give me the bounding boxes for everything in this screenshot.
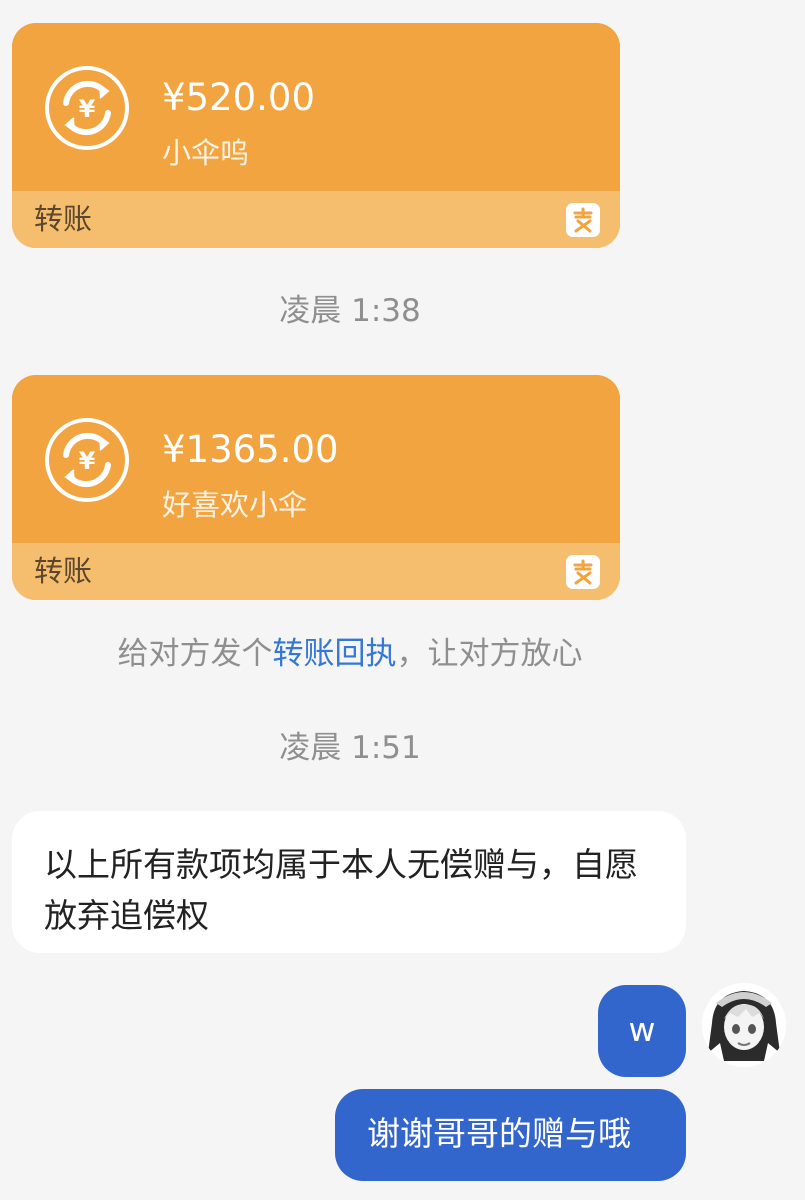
transfer-card-footer: 转账: [12, 191, 620, 248]
transfer-card[interactable]: 转账 ¥ ¥1365.00 好喜欢小伞: [12, 375, 620, 600]
transfer-amount: ¥520.00: [162, 76, 316, 119]
avatar-image: [702, 983, 786, 1067]
svg-text:¥: ¥: [79, 447, 96, 475]
transfer-label: 转账: [34, 554, 93, 588]
outgoing-message[interactable]: w: [598, 985, 686, 1077]
currency-exchange-icon: ¥: [45, 66, 129, 150]
incoming-message[interactable]: 以上所有款项均属于本人无偿赠与，自愿放弃追偿权: [12, 811, 686, 953]
svg-text:¥: ¥: [79, 95, 96, 123]
transfer-receipt-link[interactable]: 转账回执: [273, 636, 397, 672]
timestamp: 凌晨 1:38: [279, 293, 421, 329]
system-message-suffix: ，让对方放心: [396, 636, 583, 672]
alipay-logo-icon: [566, 555, 600, 589]
transfer-card[interactable]: 转账 ¥ ¥520.00 小伞呜: [12, 23, 620, 248]
transfer-card-footer: 转账: [12, 543, 620, 600]
currency-exchange-icon: ¥: [45, 418, 129, 502]
system-message: 给对方发个转账回执，让对方放心: [0, 636, 700, 673]
transfer-label: 转账: [34, 202, 93, 236]
system-message-prefix: 给对方发个: [117, 636, 273, 672]
transfer-note: 好喜欢小伞: [162, 488, 308, 522]
chat-view: 转账 ¥ ¥520.00 小伞呜 凌晨 1:38 转账 ¥ ¥1365.00 好…: [0, 0, 805, 1200]
outgoing-message[interactable]: 谢谢哥哥的赠与哦: [335, 1089, 686, 1181]
transfer-amount: ¥1365.00: [162, 428, 339, 471]
timestamp: 凌晨 1:51: [279, 730, 421, 766]
transfer-note: 小伞呜: [162, 136, 250, 170]
avatar[interactable]: [702, 983, 786, 1067]
alipay-logo-icon: [566, 203, 600, 237]
